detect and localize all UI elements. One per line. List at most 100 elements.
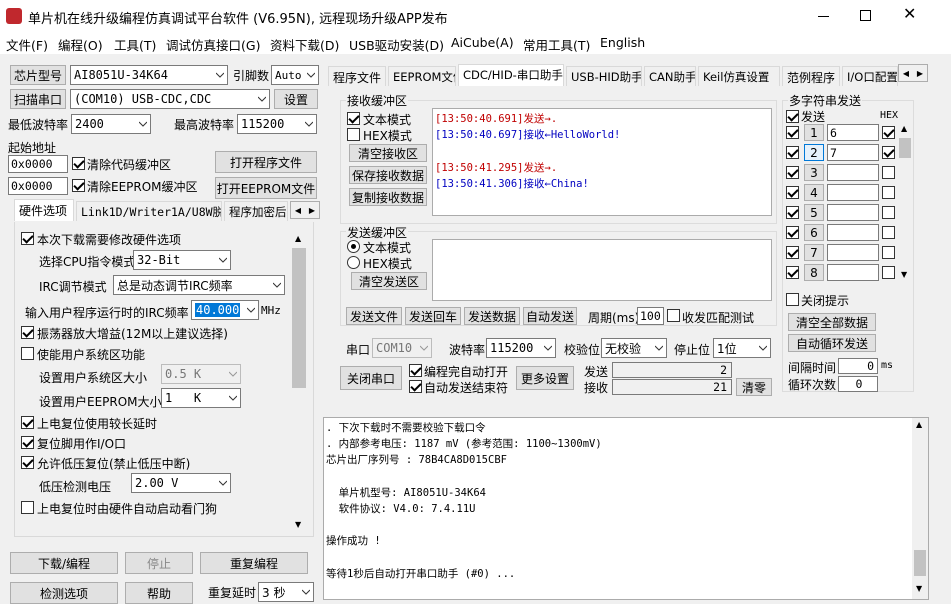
multi-send-index-button[interactable]: 1 — [804, 124, 824, 141]
copy-receive-button[interactable]: 复制接收数据 — [349, 188, 427, 206]
menu-english[interactable]: English — [600, 35, 645, 50]
auto-send-button[interactable]: 自动发送 — [523, 307, 577, 325]
right-arrow-icon[interactable]: ▶ — [917, 69, 923, 78]
multi-send-hex-checkbox[interactable] — [882, 206, 895, 219]
multi-send-input[interactable] — [827, 184, 879, 201]
menu-file[interactable]: 文件(F) — [6, 35, 48, 54]
minimize-icon[interactable] — [818, 16, 829, 17]
multi-send-checkbox[interactable] — [786, 206, 799, 219]
menu-downloads[interactable]: 资料下载(D) — [270, 35, 339, 54]
code-address-input[interactable]: 0x0000 — [8, 155, 68, 173]
multi-send-hex-checkbox[interactable] — [882, 246, 895, 259]
send-text-area[interactable] — [432, 239, 772, 301]
send-text-mode-radio[interactable] — [347, 240, 360, 253]
multi-send-index-button[interactable]: 6 — [804, 224, 824, 241]
pin-count-select[interactable]: Auto — [271, 65, 319, 85]
loop-count-input[interactable]: 0 — [838, 376, 878, 392]
multi-send-checkbox[interactable] — [786, 246, 799, 259]
detect-options-button[interactable]: 检测选项 — [10, 582, 118, 604]
menu-tools[interactable]: 工具(T) — [114, 35, 156, 54]
auto-send-end-checkbox[interactable] — [409, 380, 422, 393]
right-tab-scroll[interactable]: ◀ ▶ — [898, 64, 928, 82]
multi-send-checkbox[interactable] — [786, 266, 799, 279]
left-arrow-icon[interactable]: ◀ — [903, 69, 909, 78]
scan-port-button[interactable]: 扫描串口 — [10, 89, 66, 109]
tab-examples[interactable]: 范例程序 — [782, 66, 840, 86]
reset-io-checkbox[interactable] — [21, 436, 34, 449]
multi-send-input[interactable] — [827, 264, 879, 281]
multi-send-input[interactable] — [827, 164, 879, 181]
menu-program[interactable]: 编程(O) — [58, 35, 103, 54]
log-output[interactable]: . 下次下载时不需要校验下载口令 . 内部参考电压: 1187 mV (参考范围:… — [323, 417, 929, 600]
clear-send-button[interactable]: 清空发送区 — [351, 272, 427, 290]
clear-code-checkbox[interactable] — [72, 157, 85, 170]
multi-send-hex-checkbox[interactable] — [882, 126, 895, 139]
low-volt-reset-checkbox[interactable] — [21, 456, 34, 469]
clear-count-button[interactable]: 清零 — [736, 378, 772, 396]
irc-freq-select[interactable]: 40.000 — [191, 300, 259, 320]
multi-send-input[interactable] — [827, 204, 879, 221]
multi-send-input[interactable]: 7 — [827, 144, 879, 161]
maximize-icon[interactable] — [860, 10, 871, 21]
baud-select[interactable]: 115200 — [486, 338, 556, 358]
close-icon[interactable]: ✕ — [903, 6, 916, 22]
multi-send-input[interactable] — [827, 244, 879, 261]
multi-send-hex-checkbox[interactable] — [882, 266, 895, 279]
multi-send-index-button[interactable]: 5 — [804, 204, 824, 221]
multi-send-checkbox[interactable] — [786, 166, 799, 179]
chip-model-label[interactable]: 芯片型号 — [10, 65, 66, 85]
serial-port-select[interactable]: COM10 — [372, 338, 432, 358]
log-scroll-thumb[interactable] — [914, 550, 926, 576]
menu-aicube[interactable]: AiCube(A) — [451, 35, 514, 50]
clear-receive-button[interactable]: 清空接收区 — [349, 144, 427, 162]
tab-eeprom-file[interactable]: EEPROM文件 — [388, 66, 456, 86]
irc-mode-select[interactable]: 总是动态调节IRC频率 — [113, 275, 285, 295]
multi-send-index-button[interactable]: 3 — [804, 164, 824, 181]
menu-common-tools[interactable]: 常用工具(T) — [523, 35, 590, 54]
stop-button[interactable]: 停止 — [125, 552, 193, 574]
auto-loop-button[interactable]: 自动循环发送 — [788, 334, 876, 352]
modify-hw-checkbox[interactable] — [21, 232, 34, 245]
scroll-down-icon[interactable]: ▼ — [901, 270, 907, 279]
log-scrollbar[interactable]: ▲ ▼ — [912, 418, 928, 599]
tab-io-config[interactable]: I/O口配置 — [842, 66, 898, 86]
clear-eeprom-checkbox[interactable] — [72, 179, 85, 192]
repeat-delay-select[interactable]: 3 秒 — [258, 582, 314, 602]
tab-offline-writer[interactable]: Link1D/Writer1A/U8W脱机 — [76, 201, 222, 221]
multi-send-checkbox[interactable] — [786, 186, 799, 199]
user-sys-checkbox[interactable] — [21, 347, 34, 360]
multi-send-checkbox[interactable] — [786, 226, 799, 239]
match-test-checkbox[interactable] — [667, 309, 680, 322]
multi-send-checkbox[interactable] — [786, 146, 799, 159]
open-eeprom-file-button[interactable]: 打开EEPROM文件 — [215, 177, 317, 199]
send-data-button[interactable]: 发送数据 — [464, 307, 520, 325]
irc-freq-value[interactable]: 40.000 — [195, 303, 241, 317]
user-eeprom-select[interactable]: 1 K — [161, 388, 241, 408]
multi-send-input[interactable]: 6 — [827, 124, 879, 141]
stop-bits-select[interactable]: 1位 — [713, 338, 771, 358]
multi-send-index-button[interactable]: 8 — [804, 264, 824, 281]
menu-debug-interface[interactable]: 调试仿真接口(G) — [166, 35, 260, 54]
multi-send-index-button[interactable]: 7 — [804, 244, 824, 261]
multi-send-hex-checkbox[interactable] — [882, 166, 895, 179]
port-select[interactable]: (COM10) USB-CDC,CDC — [70, 89, 270, 109]
tab-program-encrypt[interactable]: 程序加密后 — [224, 201, 288, 221]
send-file-button[interactable]: 发送文件 — [346, 307, 402, 325]
clear-all-button[interactable]: 清空全部数据 — [788, 313, 876, 331]
cpu-mode-select[interactable]: 32-Bit — [133, 250, 231, 270]
scroll-up-icon[interactable]: ▲ — [916, 420, 922, 429]
more-settings-button[interactable]: 更多设置 — [516, 366, 574, 390]
multi-scroll-thumb[interactable] — [899, 138, 911, 158]
multi-send-index-button[interactable]: 2 — [804, 144, 824, 161]
user-sys-size-select[interactable]: 0.5 K — [161, 364, 241, 384]
download-program-button[interactable]: 下载/编程 — [10, 552, 118, 574]
repeat-program-button[interactable]: 重复编程 — [200, 552, 308, 574]
tab-hardware-options[interactable]: 硬件选项 — [14, 199, 74, 221]
interval-input[interactable]: 0 — [838, 358, 878, 374]
osc-gain-checkbox[interactable] — [21, 326, 34, 339]
multi-scrollbar[interactable]: ▲ ▼ — [898, 124, 912, 282]
multi-send-hex-checkbox[interactable] — [882, 226, 895, 239]
hw-scroll-thumb[interactable] — [292, 248, 306, 388]
menu-usb-driver[interactable]: USB驱动安装(D) — [349, 35, 444, 54]
open-program-file-button[interactable]: 打开程序文件 — [215, 151, 317, 173]
